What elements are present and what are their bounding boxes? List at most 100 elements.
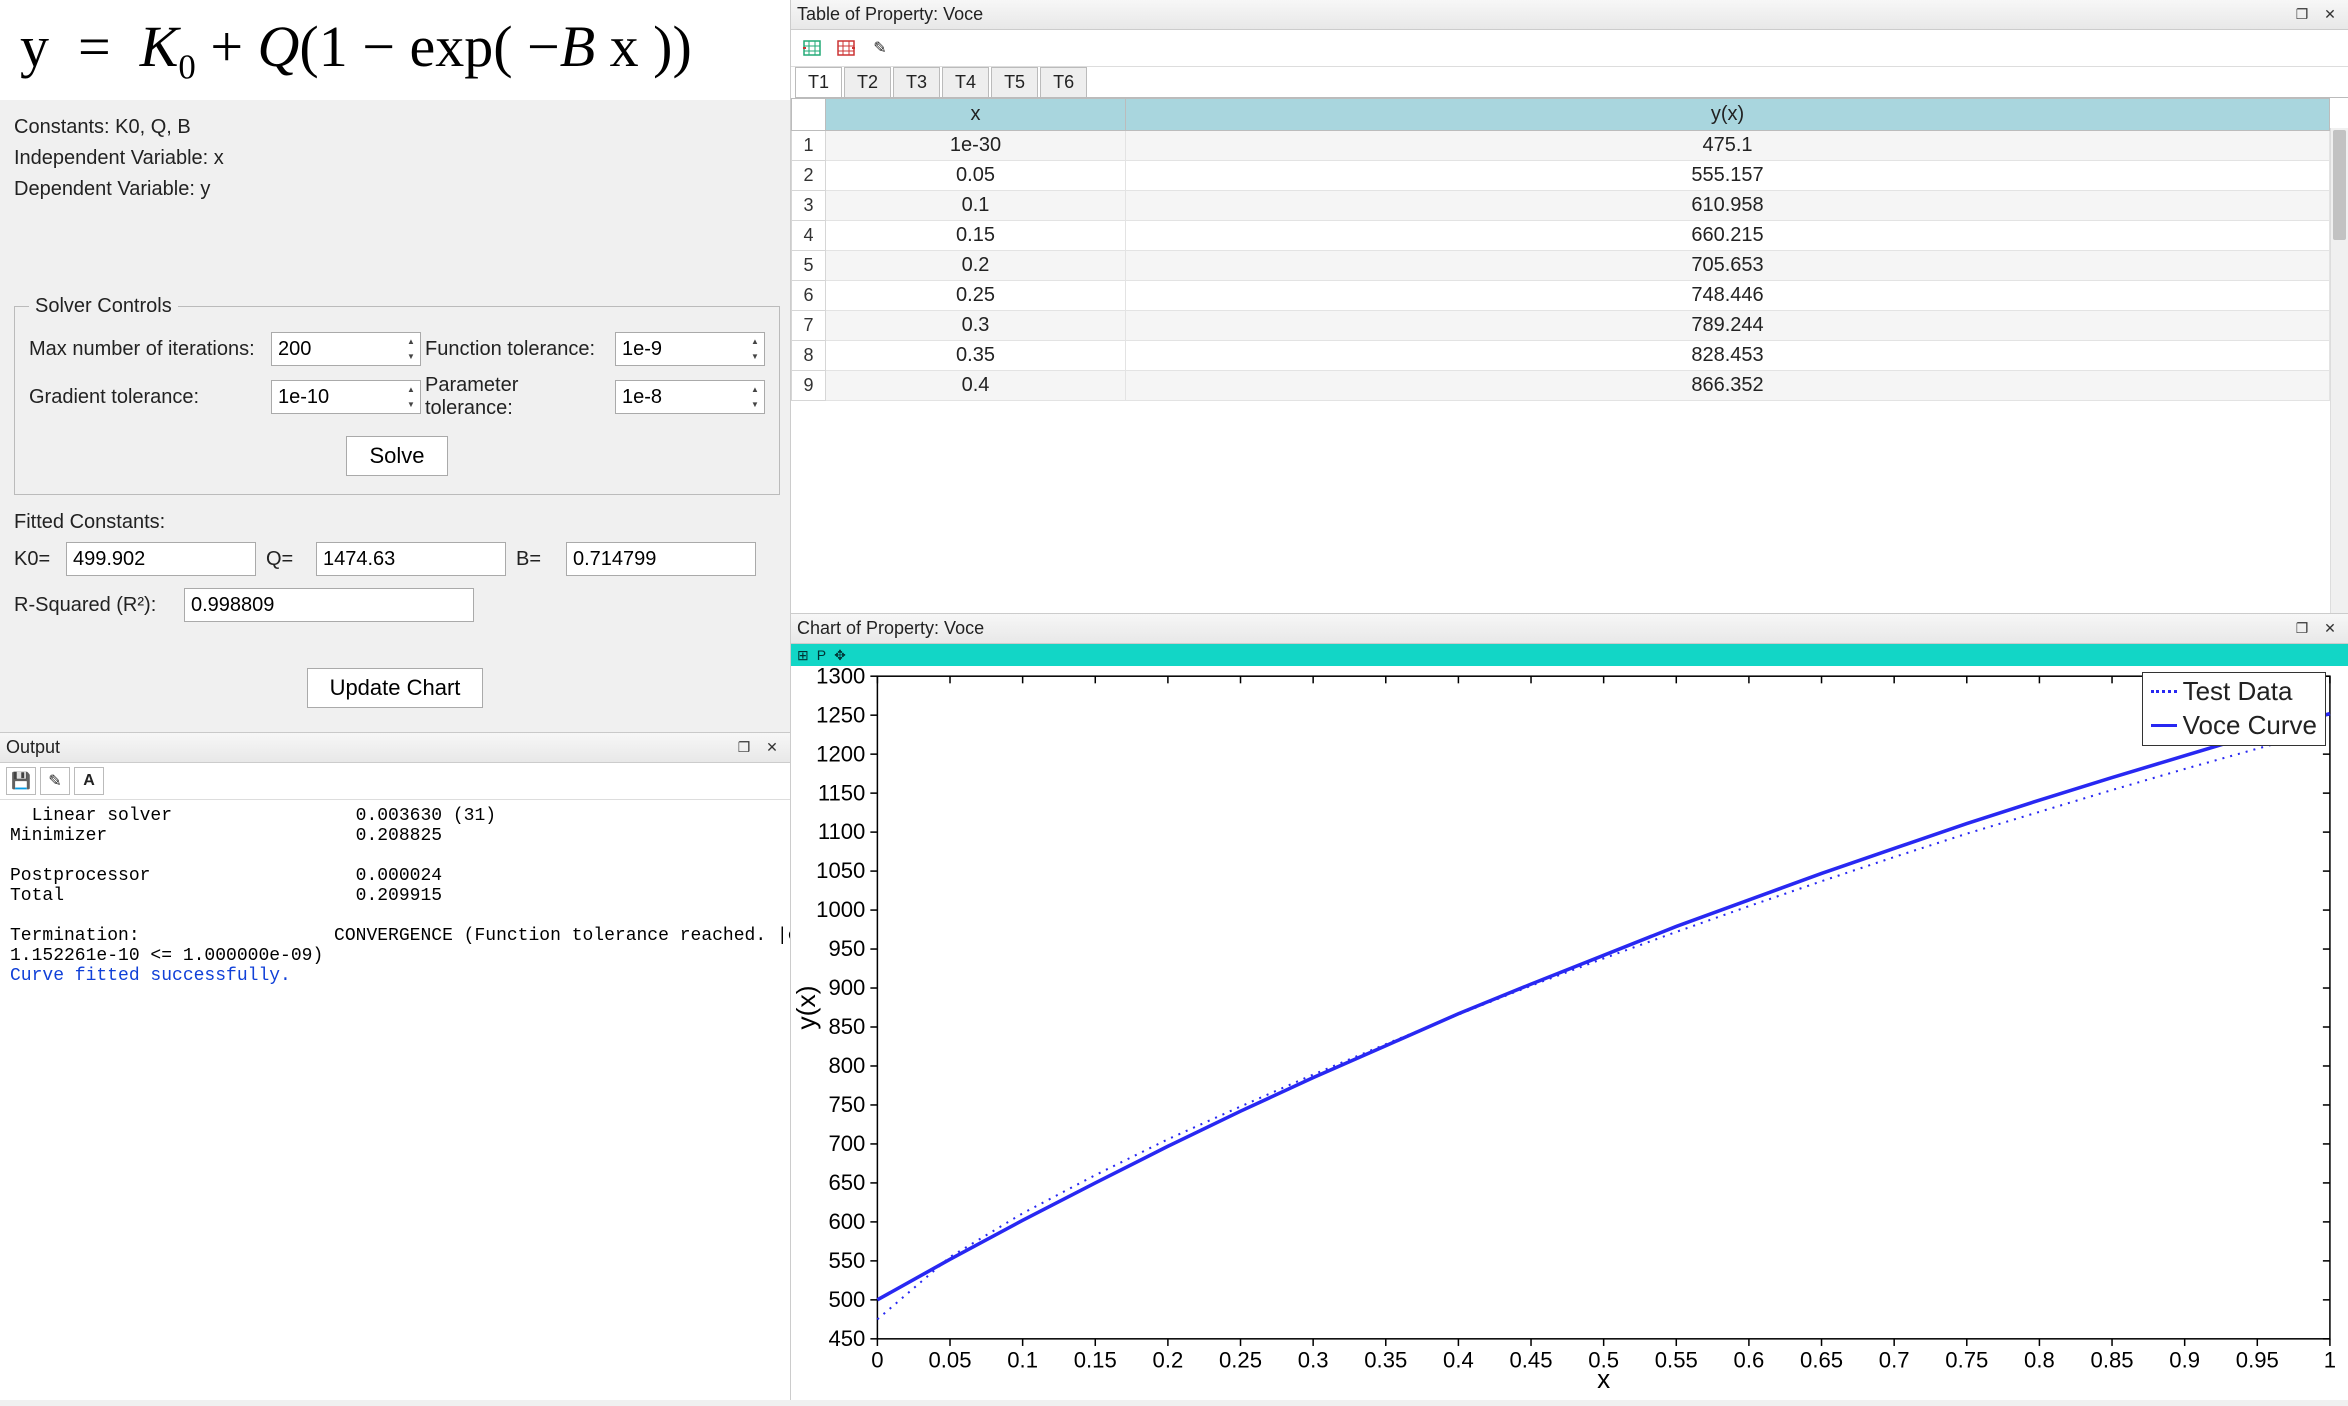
svg-text:0.05: 0.05 xyxy=(929,1347,972,1372)
param-tol-label: Parameter tolerance: xyxy=(425,374,611,420)
table-row[interactable]: 11e-30475.1 xyxy=(792,131,2330,161)
update-chart-button[interactable]: Update Chart xyxy=(307,668,484,708)
svg-text:1150: 1150 xyxy=(818,780,866,805)
table-row[interactable]: 80.35828.453 xyxy=(792,341,2330,371)
svg-text:1000: 1000 xyxy=(816,897,865,922)
output-close-icon[interactable]: ✕ xyxy=(760,737,784,759)
legend-voce-label: Voce Curve xyxy=(2183,709,2317,743)
table-scrollbar[interactable] xyxy=(2330,128,2348,613)
max-iter-input[interactable] xyxy=(271,332,421,366)
svg-text:0.6: 0.6 xyxy=(1734,1347,1765,1372)
output-panel: Output ❐ ✕ 💾 ✎ A Linear solver 0.003630 … xyxy=(0,732,790,1400)
legend-testdata-label: Test Data xyxy=(2183,675,2293,709)
svg-text:0.4: 0.4 xyxy=(1443,1347,1474,1372)
svg-text:650: 650 xyxy=(828,1170,865,1195)
font-icon[interactable]: A xyxy=(74,767,104,795)
data-grid[interactable]: x y(x) 11e-30475.120.05555.15730.1610.95… xyxy=(791,98,2348,613)
svg-text:0.65: 0.65 xyxy=(1800,1347,1843,1372)
table-undock-icon[interactable]: ❐ xyxy=(2290,4,2314,26)
svg-text:0.75: 0.75 xyxy=(1945,1347,1988,1372)
svg-text:1200: 1200 xyxy=(816,741,865,766)
svg-text:0.2: 0.2 xyxy=(1153,1347,1184,1372)
tab-t3[interactable]: T3 xyxy=(893,67,940,97)
svg-text:1050: 1050 xyxy=(816,858,865,883)
svg-text:0.8: 0.8 xyxy=(2024,1347,2055,1372)
tab-t4[interactable]: T4 xyxy=(942,67,989,97)
col-x-header[interactable]: x xyxy=(826,99,1126,131)
fitted-header: Fitted Constants: xyxy=(14,511,776,534)
svg-text:600: 600 xyxy=(828,1209,865,1234)
output-log[interactable]: Linear solver 0.003630 (31) Minimizer 0.… xyxy=(0,800,790,1400)
chart-tool-label: P xyxy=(817,647,826,663)
chart-tool-pan-icon[interactable]: ✥ xyxy=(834,647,846,664)
chart-legend: Test Data Voce Curve xyxy=(2142,672,2326,746)
tab-t6[interactable]: T6 xyxy=(1040,67,1087,97)
tab-t1[interactable]: T1 xyxy=(795,67,842,97)
func-tol-input[interactable] xyxy=(615,332,765,366)
svg-text:0.95: 0.95 xyxy=(2236,1347,2279,1372)
constants-line: Constants: K0, Q, B xyxy=(14,112,776,143)
svg-text:0.7: 0.7 xyxy=(1879,1347,1910,1372)
max-iter-label: Max number of iterations: xyxy=(29,338,267,361)
svg-text:0.1: 0.1 xyxy=(1007,1347,1038,1372)
svg-text:850: 850 xyxy=(828,1014,865,1039)
table-panel: Table of Property: Voce ❐ ✕ ✎ T1T2T3T4T5… xyxy=(790,0,2348,613)
q-label: Q= xyxy=(266,548,306,571)
svg-text:0.15: 0.15 xyxy=(1074,1347,1117,1372)
col-y-header[interactable]: y(x) xyxy=(1126,99,2330,131)
table-export-icon[interactable] xyxy=(831,34,861,62)
dependent-line: Dependent Variable: y xyxy=(14,174,776,205)
param-tol-input[interactable] xyxy=(615,380,765,414)
svg-text:750: 750 xyxy=(828,1092,865,1117)
svg-text:0.9: 0.9 xyxy=(2169,1347,2200,1372)
svg-text:0.55: 0.55 xyxy=(1655,1347,1698,1372)
tab-t5[interactable]: T5 xyxy=(991,67,1038,97)
svg-text:0.85: 0.85 xyxy=(2091,1347,2134,1372)
table-tabstrip: T1T2T3T4T5T6 xyxy=(795,67,2348,98)
svg-text:0.45: 0.45 xyxy=(1510,1347,1553,1372)
svg-text:500: 500 xyxy=(828,1287,865,1312)
table-chart-icon[interactable]: ✎ xyxy=(865,34,895,62)
solve-button[interactable]: Solve xyxy=(346,436,447,476)
chart-close-icon[interactable]: ✕ xyxy=(2318,618,2342,640)
solver-legend: Solver Controls xyxy=(29,295,178,318)
table-row[interactable]: 50.2705.653 xyxy=(792,251,2330,281)
grad-tol-spinner[interactable]: ▲▼ xyxy=(403,382,419,412)
chart-tool-pick-icon[interactable]: ⊞ xyxy=(797,647,809,664)
table-row[interactable]: 30.1610.958 xyxy=(792,191,2330,221)
max-iter-spinner[interactable]: ▲▼ xyxy=(403,334,419,364)
svg-text:x: x xyxy=(1597,1364,1610,1394)
svg-text:900: 900 xyxy=(828,975,865,1000)
b-input[interactable] xyxy=(566,542,756,576)
q-input[interactable] xyxy=(316,542,506,576)
tab-t2[interactable]: T2 xyxy=(844,67,891,97)
grad-tol-input[interactable] xyxy=(271,380,421,414)
svg-text:1250: 1250 xyxy=(816,702,865,727)
table-title: Table of Property: Voce xyxy=(797,4,2286,25)
param-tol-spinner[interactable]: ▲▼ xyxy=(747,382,763,412)
table-row[interactable]: 40.15660.215 xyxy=(792,221,2330,251)
table-row[interactable]: 60.25748.446 xyxy=(792,281,2330,311)
output-undock-icon[interactable]: ❐ xyxy=(732,737,756,759)
svg-text:y(x): y(x) xyxy=(791,985,821,1029)
clear-icon[interactable]: ✎ xyxy=(40,767,70,795)
chart-panel: Chart of Property: Voce ❐ ✕ ⊞ P ✥ 450500… xyxy=(790,613,2348,1400)
legend-testdata-icon xyxy=(2151,690,2177,693)
save-icon[interactable]: 💾 xyxy=(6,767,36,795)
table-row[interactable]: 70.3789.244 xyxy=(792,311,2330,341)
svg-text:0.3: 0.3 xyxy=(1298,1347,1329,1372)
table-row[interactable]: 20.05555.157 xyxy=(792,161,2330,191)
rsq-label: R-Squared (R²): xyxy=(14,594,174,617)
independent-line: Independent Variable: x xyxy=(14,143,776,174)
chart-area[interactable]: 4505005506006507007508008509009501000105… xyxy=(791,666,2348,1400)
grad-tol-label: Gradient tolerance: xyxy=(29,386,267,409)
k0-input[interactable] xyxy=(66,542,256,576)
table-row[interactable]: 90.4866.352 xyxy=(792,371,2330,401)
func-tol-label: Function tolerance: xyxy=(425,338,611,361)
svg-text:550: 550 xyxy=(828,1248,865,1273)
rsq-input[interactable] xyxy=(184,588,474,622)
chart-undock-icon[interactable]: ❐ xyxy=(2290,618,2314,640)
table-import-icon[interactable] xyxy=(797,34,827,62)
table-close-icon[interactable]: ✕ xyxy=(2318,4,2342,26)
func-tol-spinner[interactable]: ▲▼ xyxy=(747,334,763,364)
